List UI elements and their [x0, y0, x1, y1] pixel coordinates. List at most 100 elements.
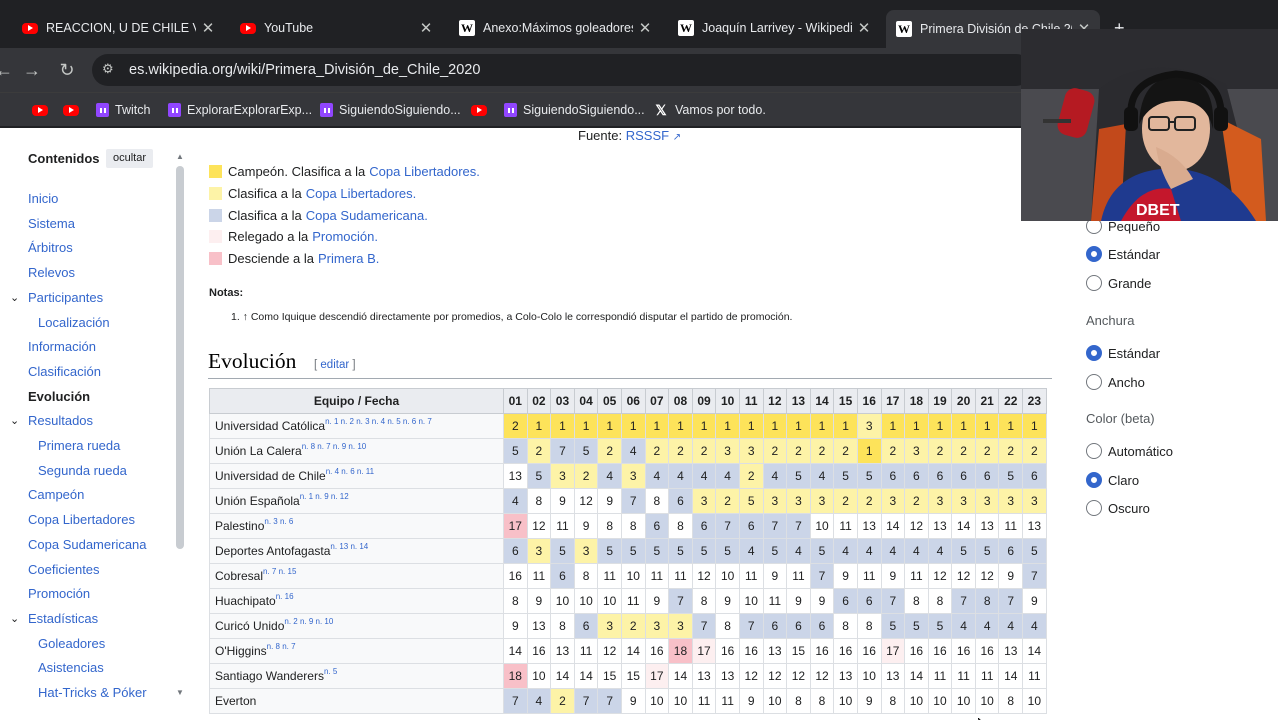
close-icon[interactable]: ✕	[637, 19, 653, 37]
toc-item[interactable]: Coeficientes	[28, 562, 100, 577]
radio-button[interactable]	[1086, 246, 1102, 262]
scroll-down-icon[interactable]: ▼	[175, 688, 185, 697]
bookmark-youtube-1[interactable]	[32, 100, 54, 120]
toc-item[interactable]: Promoción	[28, 586, 90, 601]
bookmark-siguiendo-2[interactable]: SiguiendoSiguiendo...	[504, 100, 645, 120]
tab-reaccion[interactable]: REACCION, U DE CHILE VS U ✕	[12, 12, 224, 44]
forward-icon[interactable]: →	[20, 58, 44, 82]
address-bar[interactable]: ⚙ es.wikipedia.org/wiki/Primera_División…	[92, 54, 1032, 86]
chevron-down-icon[interactable]: ⌄	[10, 414, 22, 427]
chevron-down-icon[interactable]: ⌄	[10, 291, 22, 304]
toc-item[interactable]: Segunda rueda	[38, 463, 127, 478]
tab-youtube[interactable]: YouTube ✕	[230, 12, 442, 44]
toc-item[interactable]: Asistencias	[38, 660, 104, 675]
toc-item[interactable]: Goleadores	[38, 636, 105, 651]
note-refs[interactable]: n. 1 n. 9 n. 12	[300, 492, 349, 501]
team-name[interactable]: Unión La Calera	[215, 444, 302, 458]
note-refs[interactable]: n. 16	[276, 592, 294, 601]
toc-item[interactable]: Localización	[38, 315, 110, 330]
legend-link[interactable]: Promoción.	[312, 229, 378, 244]
toc-item[interactable]: Relevos	[28, 265, 75, 280]
team-name[interactable]: O'Higgins	[215, 644, 267, 658]
team-name[interactable]: Huachipato	[215, 594, 276, 608]
scroll-up-icon[interactable]: ▲	[175, 152, 185, 161]
toc-item[interactable]: Participantes	[28, 290, 103, 305]
legend-link[interactable]: Primera B.	[318, 251, 379, 266]
note-refs[interactable]: n. 2 n. 9 n. 10	[284, 617, 333, 626]
position-cell: 14	[998, 663, 1024, 689]
toc-item[interactable]: Inicio	[28, 191, 58, 206]
radio-button[interactable]	[1086, 472, 1102, 488]
bookmark-vamos[interactable]: 𝕏 Vamos por todo.	[653, 100, 765, 120]
radio-button[interactable]	[1086, 374, 1102, 390]
close-icon[interactable]: ✕	[418, 19, 434, 37]
radio-button[interactable]	[1086, 500, 1102, 516]
note-refs[interactable]: n. 8 n. 7	[267, 642, 296, 651]
chevron-down-icon[interactable]: ⌄	[10, 612, 22, 625]
team-name[interactable]: Curicó Unido	[215, 619, 284, 633]
toc-scrollbar[interactable]: ▲ ▼	[175, 152, 185, 702]
legend-link[interactable]: Copa Sudamericana.	[306, 208, 428, 223]
color-option-light[interactable]: Claro	[1086, 471, 1139, 489]
bookmark-youtube-3[interactable]	[471, 100, 493, 120]
team-name[interactable]: Everton	[215, 694, 256, 708]
reload-icon[interactable]: ↻	[55, 58, 79, 82]
back-icon[interactable]: ←	[0, 58, 16, 82]
toc-item[interactable]: Árbitros	[28, 240, 73, 255]
note-refs[interactable]: n. 1 n. 2 n. 3 n. 4 n. 5 n. 6 n. 7	[325, 417, 432, 426]
note-refs[interactable]: n. 5	[324, 667, 337, 676]
bookmark-twitch[interactable]: Twitch	[96, 100, 150, 120]
tab-larrivey[interactable]: W Joaquín Larrivey - Wikipedia ✕	[668, 12, 880, 44]
position-cell: 13	[974, 513, 1000, 539]
toc-item[interactable]: Sistema	[28, 216, 75, 231]
toc-item[interactable]: Evolución	[28, 389, 90, 404]
team-name[interactable]: Palestino	[215, 519, 264, 533]
toc-item[interactable]: Primera rueda	[38, 438, 120, 453]
site-settings-icon[interactable]: ⚙	[102, 61, 120, 79]
toc-item[interactable]: Información	[28, 339, 96, 354]
size-option-standard[interactable]: Estándar	[1086, 245, 1160, 263]
team-name[interactable]: Cobresal	[215, 569, 263, 583]
note-refs[interactable]: n. 4 n. 6 n. 11	[326, 467, 374, 476]
team-name[interactable]: Santiago Wanderers	[215, 669, 324, 683]
width-option-wide[interactable]: Ancho	[1086, 373, 1145, 391]
note-refs[interactable]: n. 8 n. 7 n. 9 n. 10	[302, 442, 367, 451]
close-icon[interactable]: ✕	[200, 19, 216, 37]
position-cell: 10	[974, 688, 1000, 714]
scroll-thumb[interactable]	[176, 166, 184, 549]
toc-hide-button[interactable]: ocultar	[106, 149, 153, 168]
toc-item[interactable]: Campeón	[28, 487, 84, 502]
position-cell: 2	[644, 438, 670, 464]
toc-item[interactable]: Resultados	[28, 413, 93, 428]
position-cell: 3	[573, 538, 599, 564]
edit-label[interactable]: editar	[320, 359, 349, 371]
bookmark-siguiendo-1[interactable]: SiguiendoSiguiendo...	[320, 100, 461, 120]
team-name[interactable]: Universidad de Chile	[215, 469, 326, 483]
team-name[interactable]: Deportes Antofagasta	[215, 544, 330, 558]
team-name[interactable]: Unión Española	[215, 494, 300, 508]
color-option-dark[interactable]: Oscuro	[1086, 499, 1150, 517]
bookmark-explorar[interactable]: ExplorarExplorarExp...	[168, 100, 312, 120]
note-refs[interactable]: n. 13 n. 14	[330, 542, 368, 551]
radio-button[interactable]	[1086, 443, 1102, 459]
radio-button[interactable]	[1086, 345, 1102, 361]
legend-link[interactable]: Copa Libertadores.	[369, 164, 480, 179]
team-name[interactable]: Universidad Católica	[215, 419, 325, 433]
toc-item[interactable]: Clasificación	[28, 364, 101, 379]
bookmark-youtube-2[interactable]	[63, 100, 85, 120]
toc-item[interactable]: Copa Sudamericana	[28, 537, 147, 552]
source-link[interactable]: RSSSF	[626, 128, 669, 143]
tab-maximos-goleadores[interactable]: W Anexo:Máximos goleadores ✕	[449, 12, 661, 44]
note-refs[interactable]: n. 3 n. 6	[264, 517, 293, 526]
close-icon[interactable]: ✕	[856, 19, 872, 37]
color-option-auto[interactable]: Automático	[1086, 442, 1173, 460]
edit-section-link[interactable]: [ editar ]	[314, 359, 356, 371]
radio-button[interactable]	[1086, 275, 1102, 291]
width-option-standard[interactable]: Estándar	[1086, 344, 1160, 362]
toc-item[interactable]: Hat-Tricks & Póker	[38, 685, 147, 700]
note-refs[interactable]: n. 7 n. 15	[263, 567, 296, 576]
toc-item[interactable]: Copa Libertadores	[28, 512, 135, 527]
size-option-large[interactable]: Grande	[1086, 274, 1151, 292]
legend-link[interactable]: Copa Libertadores.	[306, 186, 417, 201]
toc-item[interactable]: Estadísticas	[28, 611, 98, 626]
